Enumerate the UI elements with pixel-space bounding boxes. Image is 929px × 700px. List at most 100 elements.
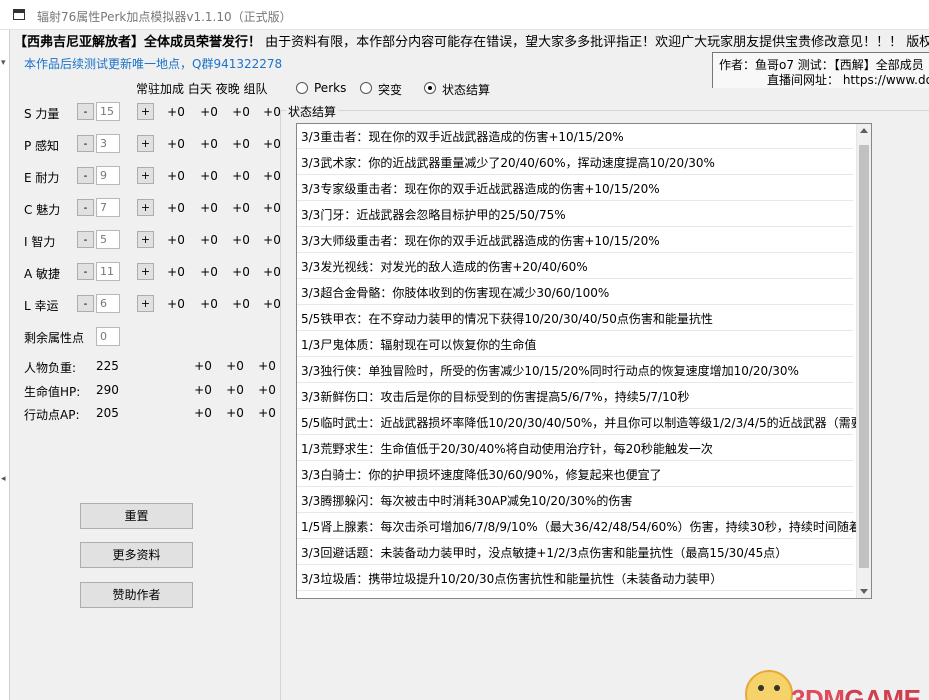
decrease-agility-button[interactable]: - <box>77 263 94 280</box>
scrollbar-thumb[interactable] <box>859 145 869 568</box>
reset-button[interactable]: 重置 <box>80 503 193 529</box>
strength-value-field[interactable]: 15 <box>96 102 120 121</box>
app-window-icon <box>13 9 25 20</box>
modifier-permanent: +0 <box>167 201 185 215</box>
status-list-item[interactable]: 3/3白骑士：你的护甲损坏速度降低30/60/90%，修复起来也便宜了 <box>297 463 853 489</box>
status-item-text: 3/3独行侠：单独冒险时，所受的伤害减少10/15/20%同时行动点的恢复速度增… <box>301 364 799 378</box>
increase-luck-button[interactable]: + <box>137 295 154 312</box>
decrease-perception-button[interactable]: - <box>77 135 94 152</box>
charisma-value-field[interactable]: 7 <box>96 198 120 217</box>
status-list-item[interactable]: 3/3重击者：现在你的双手近战武器造成的伤害+10/15/20% <box>297 125 853 151</box>
status-item-text: 3/3发光视线：对发光的敌人造成的伤害+20/40/60% <box>301 260 588 274</box>
stat-label: 人物负重: <box>24 361 77 375</box>
row-separator <box>297 590 853 591</box>
release-notice: 【西弗吉尼亚解放者】全体成员荣誉发行！ 由于资料有限，本作部分内容可能存在错误，… <box>14 31 929 50</box>
attribute-label: E 耐力 <box>24 171 60 185</box>
3dm-mascot-logo-icon <box>745 670 793 700</box>
stat-modifier: +0 <box>194 383 212 397</box>
status-list-item[interactable]: 3/3发光视线：对发光的敌人造成的伤害+20/40/60% <box>297 255 853 281</box>
column-header: 白天 <box>187 82 212 96</box>
radio-status-summary-label[interactable]: 状态结算 <box>442 81 490 98</box>
status-item-text: 3/3超合金骨骼：你肢体收到的伤害现在减少30/60/100% <box>301 286 610 300</box>
radio-status-summary-circle[interactable] <box>424 82 436 94</box>
modifier-team: +0 <box>263 265 281 279</box>
status-list-item[interactable]: 3/3超合金骨骼：你肢体收到的伤害现在减少30/60/100% <box>297 281 853 307</box>
modifier-team: +0 <box>263 201 281 215</box>
modifier-column-headers: 常驻加成 白天 夜晚 组队 <box>136 80 268 97</box>
endurance-value-field[interactable]: 9 <box>96 166 120 185</box>
decrease-strength-button[interactable]: - <box>77 103 94 120</box>
attribute-label: S 力量 <box>24 107 60 121</box>
decrease-intelligence-button[interactable]: - <box>77 231 94 248</box>
sponsor-author-button[interactable]: 赞助作者 <box>80 582 193 608</box>
status-list-item[interactable]: 1/3荒野求生：生命值低于20/30/40%将自动使用治疗针，每20秒能触发一次 <box>297 437 853 463</box>
status-list-item[interactable]: 5/5铁甲衣：在不穿动力装甲的情况下获得10/20/30/40/50点伤害和能量… <box>297 307 853 333</box>
update-group-link[interactable]: 本作品后续测试更新唯一地点，Q群941322278 <box>24 55 282 72</box>
status-list-item[interactable]: 3/3垃圾盾：携带垃圾提升10/20/30点伤害抗性和能量抗性（未装备动力装甲） <box>297 567 853 593</box>
status-listbox[interactable]: 3/3重击者：现在你的双手近战武器造成的伤害+10/15/20% 3/3武术家：你… <box>296 123 872 599</box>
watermark-text: 3DMGAME <box>791 684 921 700</box>
status-list-item[interactable]: 5/5临时武士：近战武器损坏率降低10/20/30/40/50%，并且你可以制造… <box>297 411 871 437</box>
stream-url[interactable]: 直播间网址： https://www.douyu <box>767 71 929 88</box>
radio-status-summary[interactable]: 状态结算 <box>424 80 514 98</box>
status-item-text: 1/3荒野求生：生命值低于20/30/40%将自动使用治疗针，每20秒能触发一次 <box>301 442 713 456</box>
stat-modifier: +0 <box>226 406 244 420</box>
scroll-up-arrow-icon[interactable] <box>860 128 868 133</box>
increase-agility-button[interactable]: + <box>137 263 154 280</box>
radio-mutations-label[interactable]: 突变 <box>378 81 402 98</box>
status-list-item[interactable]: 3/3独行侠：单独冒险时，所受的伤害减少10/15/20%同时行动点的恢复速度增… <box>297 359 853 385</box>
status-item-text: 1/5肾上腺素：每次击杀可增加6/7/8/9/10%（最大36/42/48/54… <box>301 520 872 534</box>
intelligence-value-field[interactable]: 5 <box>96 230 120 249</box>
radio-perks[interactable]: Perks <box>296 80 360 98</box>
increase-strength-button[interactable]: + <box>137 103 154 120</box>
author-info-box: 作者：鱼哥o7 测试：【西解】全部成员 直播间网址： https://www.d… <box>712 52 929 88</box>
modifier-day: +0 <box>200 137 218 151</box>
radio-mutations[interactable]: 突变 <box>360 80 420 98</box>
row-separator <box>297 512 853 513</box>
status-list-item[interactable]: 3/3腾挪躲闪：每次被击中时消耗30AP减免10/20/30%的伤害 <box>297 489 853 515</box>
status-list-item[interactable]: 3/3新鲜伤口：攻击后是你的目标受到的伤害提高5/6/7%，持续5/7/10秒 <box>297 385 853 411</box>
modifier-night: +0 <box>232 297 250 311</box>
status-list-item[interactable]: 3/3专家级重击者：现在你的双手近战武器造成的伤害+10/15/20% <box>297 177 853 203</box>
modifier-team: +0 <box>263 105 281 119</box>
increase-endurance-button[interactable]: + <box>137 167 154 184</box>
status-list-item[interactable]: 3/3门牙：近战武器会忽略目标护甲的25/50/75% <box>297 203 853 229</box>
status-item-text: 3/3回避话题：未装备动力装甲时，没点敏捷+1/2/3点伤害和能量抗性（最高15… <box>301 546 788 560</box>
perception-value-field[interactable]: 3 <box>96 134 120 153</box>
increase-perception-button[interactable]: + <box>137 135 154 152</box>
status-list-item[interactable]: 3/3武术家：你的近战武器重量减少了20/40/60%，挥动速度提高10/20/… <box>297 151 853 177</box>
status-list-item[interactable]: 3/3回避话题：未装备动力装甲时，没点敏捷+1/2/3点伤害和能量抗性（最高15… <box>297 541 853 567</box>
stat-label: 行动点AP: <box>24 408 80 422</box>
attribute-label: A 敏捷 <box>24 267 61 281</box>
decrease-luck-button[interactable]: - <box>77 295 94 312</box>
luck-value-field[interactable]: 6 <box>96 294 120 313</box>
radio-mutations-circle[interactable] <box>360 82 372 94</box>
radio-perks-label[interactable]: Perks <box>314 81 346 95</box>
status-item-text: 3/3垃圾盾：携带垃圾提升10/20/30点伤害抗性和能量抗性（未装备动力装甲） <box>301 572 723 586</box>
row-separator <box>297 538 853 539</box>
increase-charisma-button[interactable]: + <box>137 199 154 216</box>
row-separator <box>297 434 853 435</box>
status-list-item[interactable]: 1/3尸鬼体质：辐射现在可以恢复你的生命值 <box>297 333 853 359</box>
status-list-item[interactable]: 1/5肾上腺素：每次击杀可增加6/7/8/9/10%（最大36/42/48/54… <box>297 515 872 541</box>
scroll-down-arrow-icon[interactable] <box>860 589 868 594</box>
vertical-scrollbar[interactable] <box>856 124 871 598</box>
row-separator <box>297 356 853 357</box>
radio-perks-circle[interactable] <box>296 82 308 94</box>
modifier-team: +0 <box>263 233 281 247</box>
stat-value: 290 <box>96 383 119 397</box>
row-separator <box>297 226 853 227</box>
more-info-button[interactable]: 更多资料 <box>80 542 193 568</box>
status-item-text: 3/3腾挪躲闪：每次被击中时消耗30AP减免10/20/30%的伤害 <box>301 494 633 508</box>
row-separator <box>297 460 853 461</box>
agility-value-field[interactable]: 11 <box>96 262 120 281</box>
modifier-night: +0 <box>232 233 250 247</box>
status-list-item[interactable]: 3/3大师级重击者：现在你的双手近战武器造成的伤害+10/15/20% <box>297 229 853 255</box>
row-separator <box>297 278 853 279</box>
row-separator <box>297 382 853 383</box>
row-separator <box>297 148 853 149</box>
row-separator <box>297 304 853 305</box>
decrease-endurance-button[interactable]: - <box>77 167 94 184</box>
increase-intelligence-button[interactable]: + <box>137 231 154 248</box>
decrease-charisma-button[interactable]: - <box>77 199 94 216</box>
